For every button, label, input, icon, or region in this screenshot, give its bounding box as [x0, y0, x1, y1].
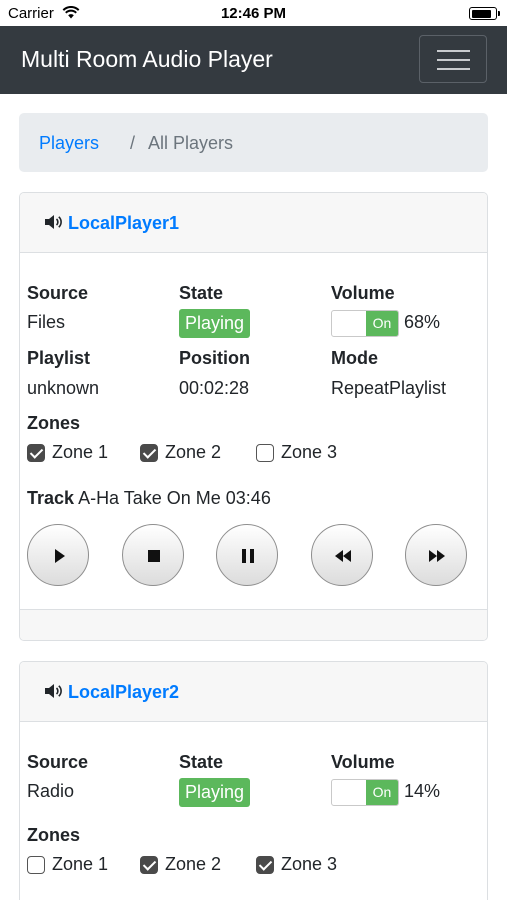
- hamburger-icon-bar: [437, 59, 470, 61]
- playlist-label: Playlist: [27, 348, 91, 368]
- stop-icon: [148, 550, 160, 562]
- player-name-link[interactable]: LocalPlayer2: [68, 682, 179, 703]
- player-card: LocalPlayer2 Source Radio State Playing …: [19, 661, 488, 900]
- rewind-button[interactable]: [311, 524, 373, 586]
- hamburger-icon-bar: [437, 68, 470, 70]
- zone-label: Zone 1: [52, 854, 109, 874]
- app-title[interactable]: Multi Room Audio Player: [21, 46, 273, 73]
- playlist-value: unknown: [27, 378, 100, 398]
- mode-label: Mode: [331, 348, 378, 368]
- zones-label: Zones: [27, 825, 81, 845]
- speaker-icon: [45, 215, 62, 229]
- volume-percent: 68%: [404, 312, 441, 332]
- state-label: State: [179, 752, 224, 772]
- pause-icon: [242, 549, 254, 563]
- state-badge: Playing: [179, 309, 251, 338]
- clock-time: 12:46 PM: [220, 5, 287, 22]
- battery-level: [471, 9, 492, 18]
- source-label: Source: [27, 752, 89, 772]
- stop-button[interactable]: [122, 524, 184, 586]
- checkbox-icon[interactable]: [256, 856, 274, 874]
- track-value: A-Ha Take On Me 03:46: [78, 488, 271, 508]
- player-card-header: LocalPlayer1: [20, 193, 487, 253]
- mode-value: RepeatPlaylist: [331, 378, 447, 398]
- player-card-header: LocalPlayer2: [20, 662, 487, 722]
- zones-label: Zones: [27, 413, 81, 433]
- state-label: State: [179, 283, 224, 303]
- hamburger-icon: [437, 50, 470, 52]
- state-badge: Playing: [179, 778, 251, 807]
- toggle-on-label: On: [366, 780, 398, 805]
- volume-percent: 14%: [404, 781, 441, 801]
- zone-label: Zone 3: [281, 442, 338, 462]
- zone-label: Zone 1: [52, 442, 109, 462]
- breadcrumb-current: All Players: [148, 133, 234, 153]
- breadcrumb-link-players[interactable]: Players: [39, 133, 99, 154]
- player-name-link[interactable]: LocalPlayer1: [68, 213, 179, 234]
- fast-forward-button[interactable]: [405, 524, 467, 586]
- source-value: Files: [27, 312, 66, 332]
- position-value: 00:02:28: [179, 378, 250, 398]
- checkbox-icon[interactable]: [27, 856, 45, 874]
- player-card: LocalPlayer1 Source Files State Playing …: [19, 192, 488, 641]
- play-icon: [55, 549, 65, 563]
- volume-label: Volume: [331, 283, 395, 303]
- breadcrumb: Players / All Players: [19, 113, 488, 172]
- status-bar: Carrier 12:46 PM: [0, 0, 507, 26]
- checkbox-icon[interactable]: [140, 444, 158, 462]
- zone-label: Zone 3: [281, 854, 338, 874]
- rewind-icon: [335, 550, 351, 562]
- menu-toggle-button[interactable]: [419, 35, 487, 83]
- battery-icon: [469, 7, 500, 20]
- volume-toggle[interactable]: On: [331, 310, 399, 337]
- source-label: Source: [27, 283, 89, 303]
- toggle-on-label: On: [366, 311, 398, 336]
- speaker-icon: [45, 684, 62, 698]
- checkbox-icon[interactable]: [256, 444, 274, 462]
- track-info: Track A-Ha Take On Me 03:46: [27, 488, 271, 509]
- checkbox-icon[interactable]: [140, 856, 158, 874]
- play-button[interactable]: [27, 524, 89, 586]
- checkbox-icon[interactable]: [27, 444, 45, 462]
- zone-label: Zone 2: [165, 442, 222, 462]
- player-card-footer: [20, 609, 487, 640]
- volume-toggle[interactable]: On: [331, 779, 399, 806]
- fast-forward-icon: [429, 550, 445, 562]
- position-label: Position: [179, 348, 250, 368]
- source-value: Radio: [27, 781, 75, 801]
- navbar: Multi Room Audio Player: [0, 26, 507, 94]
- volume-label: Volume: [331, 752, 395, 772]
- pause-button[interactable]: [216, 524, 278, 586]
- zone-label: Zone 2: [165, 854, 222, 874]
- breadcrumb-separator: /: [130, 133, 136, 153]
- track-label: Track: [27, 488, 75, 508]
